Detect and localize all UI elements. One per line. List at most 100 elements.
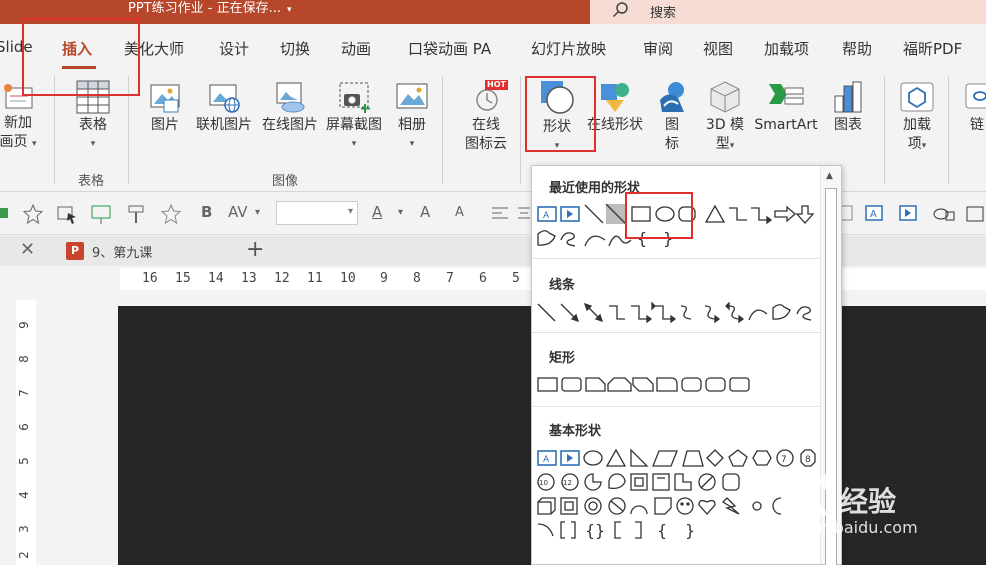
tab-transitions[interactable]: 切换 [280, 38, 310, 59]
decagon-label: 10 [539, 479, 548, 487]
ribbon-tabs: Slide 插入 美化大师 设计 切换 动画 口袋动画 PA 幻灯片放映 审阅 … [0, 24, 986, 70]
ruler-number: 9 [16, 321, 31, 329]
online-image-button[interactable]: 在线图片 [258, 80, 322, 135]
decrease-font-button[interactable]: A [455, 205, 464, 220]
powerpoint-file-icon: P [66, 242, 84, 260]
chart-button[interactable]: 图表 [826, 80, 870, 135]
rectangles-row[interactable] [535, 374, 823, 396]
album-label: 相册 [398, 117, 426, 133]
album-button[interactable]: 相册 ▾ [390, 80, 434, 154]
online-shapes-icon [601, 83, 629, 112]
basic-shapes-row-1[interactable]: A 7 8 [535, 448, 823, 470]
rectangles-heading: 矩形 [549, 351, 576, 366]
tab-design[interactable]: 设计 [219, 38, 249, 59]
ruler-number: 10 [340, 271, 356, 286]
shape-rect-icon[interactable] [964, 203, 986, 225]
lines-heading: 线条 [549, 278, 576, 293]
link-icon [965, 83, 986, 109]
puzzle-icon [900, 82, 934, 112]
ruler-number: 2 [16, 551, 31, 559]
chart-label: 图表 [834, 117, 862, 133]
animation-star-icon[interactable] [160, 203, 182, 225]
brace-open-shape[interactable]: { [657, 521, 667, 540]
bold-button[interactable]: B [201, 203, 212, 221]
highlight-shapes-button [525, 76, 596, 152]
shape-oval-rect-icon[interactable] [932, 203, 956, 225]
ruler-number: 11 [307, 271, 323, 286]
star-effect-icon[interactable] [22, 203, 44, 225]
ruler-number: 14 [208, 271, 224, 286]
format-painter-icon[interactable] [126, 203, 148, 225]
picture-button[interactable]: 图片 [140, 80, 190, 135]
align-center-icon[interactable] [516, 203, 532, 225]
3d-models-label-1: 3D 模 [705, 117, 745, 133]
document-tab[interactable]: 9、第九课 [92, 242, 152, 261]
online-icons-button[interactable]: HOT 在线 图标云 [456, 80, 516, 154]
close-icon[interactable]: ✕ [20, 239, 35, 260]
highlight-insert-tab [22, 18, 140, 96]
chevron-down-icon[interactable]: ▾ [255, 207, 260, 218]
ruler-number: 13 [241, 271, 257, 286]
font-color-button[interactable]: A [372, 203, 382, 221]
present-icon[interactable] [90, 203, 112, 225]
tab-review[interactable]: 审阅 [643, 38, 673, 59]
screenshot-button[interactable]: 屏幕截图 ▾ [322, 80, 386, 154]
document-title[interactable]: PPT练习作业 - 正在保存... ▾ [128, 0, 292, 24]
picture-icon [150, 84, 180, 113]
octagon-label: 8 [805, 455, 811, 465]
addins-button[interactable]: 加载 项▾ [894, 80, 940, 156]
dodecagon-label: 12 [563, 479, 572, 487]
text-box-a-icon[interactable]: A [864, 203, 884, 225]
tab-animations[interactable]: 动画 [341, 38, 371, 59]
shape-icon[interactable] [0, 205, 10, 221]
icons-label-1: 图 [665, 117, 679, 133]
search-box[interactable]: 搜索 [590, 0, 986, 24]
title-caret[interactable]: ▾ [287, 5, 292, 15]
search-label: 搜索 [650, 6, 677, 21]
online-icons-label-2: 图标云 [465, 136, 507, 152]
tab-view[interactable]: 视图 [703, 38, 733, 59]
watermark-text: 经验 [840, 485, 897, 518]
tab-addins[interactable]: 加载项 [764, 38, 809, 59]
font-size-input[interactable]: ▾ [276, 201, 358, 225]
icons-icon [660, 82, 684, 112]
cube-icon [710, 81, 740, 113]
smartart-icon [769, 84, 804, 105]
screenshot-label: 屏幕截图 [326, 117, 382, 133]
brace-open-shape[interactable]: { [585, 521, 595, 540]
link-button[interactable]: 链 [962, 80, 986, 135]
tab-help[interactable]: 帮助 [842, 38, 872, 59]
watermark-url: jingyan.baidu.com [770, 518, 918, 537]
lines-row[interactable] [535, 302, 823, 324]
link-label: 链 [970, 117, 984, 133]
online-picture-button[interactable]: 联机图片 [192, 80, 256, 135]
brace-close-shape[interactable]: } [685, 521, 695, 540]
ruler-number: 9 [380, 271, 388, 286]
scroll-up-icon[interactable]: ▲ [826, 171, 833, 181]
smartart-button[interactable]: SmartArt [750, 80, 822, 135]
smartart-label: SmartArt [754, 117, 818, 133]
svg-text:A: A [870, 209, 877, 220]
3d-models-button[interactable]: 3D 模 型▾ [700, 80, 750, 156]
divider [442, 76, 443, 184]
tab-foxit-pdf[interactable]: 福昕PDF [903, 38, 962, 59]
increase-font-button[interactable]: A [420, 203, 430, 221]
heptagon-label: 7 [781, 455, 787, 465]
add-tab-icon[interactable]: + [246, 237, 264, 262]
character-spacing-button[interactable]: AV [228, 203, 248, 221]
highlight-rect-oval-shapes [625, 192, 693, 239]
icons-button[interactable]: 图 标 [652, 80, 692, 154]
tab-pocket-animation[interactable]: 口袋动画 PA [408, 38, 491, 59]
chevron-down-icon: ▾ [31, 139, 37, 149]
divider [532, 406, 821, 407]
brace-close-shape[interactable]: } [595, 521, 605, 540]
chevron-down-icon[interactable]: ▾ [398, 207, 403, 218]
icons-label-2: 标 [665, 136, 679, 152]
ruler-number: 7 [16, 389, 31, 397]
tab-slideshow[interactable]: 幻灯片放映 [531, 38, 606, 59]
select-shape-icon[interactable] [56, 203, 78, 225]
text-box-arrow-icon[interactable] [898, 203, 918, 225]
3d-models-label-2: 型 [715, 136, 730, 152]
ruler-number: 16 [142, 271, 158, 286]
align-left-icon[interactable] [489, 203, 511, 225]
